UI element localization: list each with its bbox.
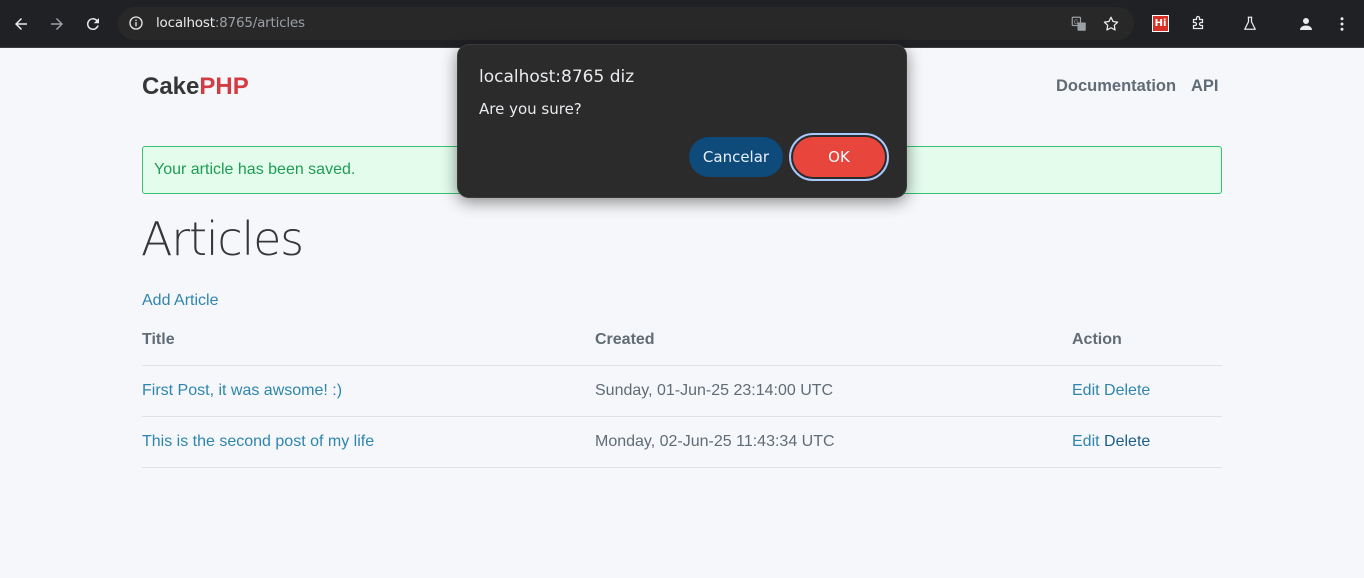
cancel-button[interactable]: Cancelar	[689, 137, 783, 177]
bookmark-button[interactable]	[1099, 12, 1123, 36]
brand-logo[interactable]: CakePHP	[142, 73, 249, 101]
confirm-dialog: localhost:8765 diz Are you sure? Cancela…	[457, 44, 907, 198]
nav-documentation[interactable]: Documentation	[1056, 77, 1176, 96]
person-icon	[1300, 18, 1312, 30]
svg-text:G: G	[1074, 19, 1079, 26]
arrow-right-icon	[51, 18, 63, 30]
browser-toolbar: localhost:8765/articles G Hi	[0, 0, 1364, 48]
labs-button[interactable]	[1238, 12, 1262, 36]
menu-button[interactable]	[1330, 12, 1354, 36]
dialog-message: Are you sure?	[479, 100, 582, 118]
address-bar[interactable]: localhost:8765/articles	[118, 7, 1134, 40]
column-header-title: Title	[142, 315, 595, 366]
article-created: Monday, 02-Jun-25 11:43:34 UTC	[595, 416, 1072, 468]
add-article-link[interactable]: Add Article	[142, 292, 218, 310]
translate-icon: G	[1071, 16, 1086, 31]
extension-hi-icon[interactable]: Hi	[1152, 15, 1169, 32]
edit-link[interactable]: Edit	[1072, 382, 1100, 399]
url-path: :8765/articles	[214, 15, 305, 31]
edit-link[interactable]: Edit	[1072, 433, 1100, 450]
article-title-link[interactable]: This is the second post of my life	[142, 433, 374, 450]
table-header-row: Title Created Action	[142, 315, 1222, 366]
table-row: First Post, it was awsome! :) Sunday, 01…	[142, 365, 1222, 417]
ok-button[interactable]: OK	[789, 133, 889, 181]
ok-button-label: OK	[793, 137, 885, 177]
puzzle-icon	[1192, 15, 1204, 30]
extensions-button[interactable]	[1186, 12, 1210, 36]
arrow-left-icon	[15, 18, 27, 30]
brand-php: PHP	[199, 73, 249, 100]
reload-icon	[86, 18, 99, 31]
column-header-action: Action	[1072, 315, 1222, 366]
kebab-menu-icon	[1340, 17, 1344, 31]
flask-icon	[1244, 16, 1256, 30]
reload-button[interactable]	[81, 12, 105, 36]
url-host: localhost	[156, 15, 215, 31]
translate-button[interactable]: G	[1067, 12, 1091, 36]
brand-cake: Cake	[142, 73, 200, 100]
table-row: This is the second post of my life Monda…	[142, 416, 1222, 468]
url-text: localhost:8765/articles	[156, 15, 305, 31]
dialog-title: localhost:8765 diz	[479, 67, 635, 87]
article-title-link[interactable]: First Post, it was awsome! :)	[142, 382, 342, 399]
nav-api[interactable]: API	[1191, 77, 1219, 96]
articles-table: Title Created Action First Post, it was …	[142, 315, 1222, 468]
page-title: Articles	[141, 212, 304, 266]
column-header-created: Created	[595, 315, 1072, 366]
article-created: Sunday, 01-Jun-25 23:14:00 UTC	[595, 365, 1072, 417]
back-button[interactable]	[9, 12, 33, 36]
profile-button[interactable]	[1294, 12, 1318, 36]
delete-link[interactable]: Delete	[1104, 433, 1150, 450]
forward-button[interactable]	[45, 12, 69, 36]
delete-link[interactable]: Delete	[1104, 382, 1150, 399]
site-info-icon[interactable]	[128, 15, 144, 31]
star-icon	[1103, 16, 1119, 31]
